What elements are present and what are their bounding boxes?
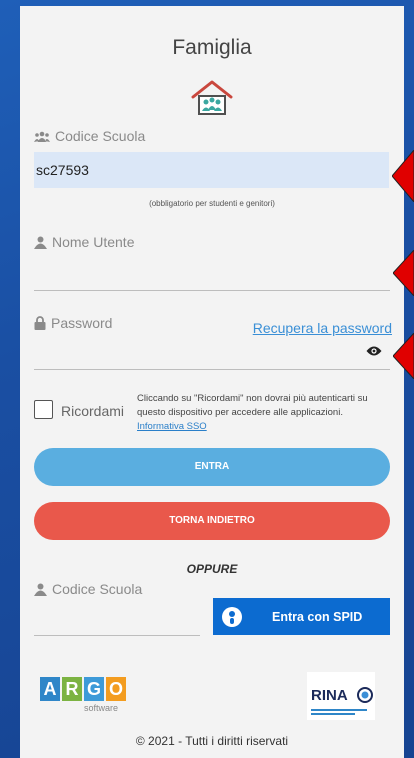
back-button[interactable]: TORNA INDIETRO [34,502,390,540]
red-arrow-pointer-icon [392,150,414,202]
remember-label: Ricordami [61,403,125,419]
spid-login-button[interactable]: Entra con SPID [213,598,390,635]
user-icon [34,236,47,249]
argo-letter-a: A [40,677,60,701]
login-card: Famiglia Codice Scuola (obbligatorio per… [20,6,404,758]
page-title: Famiglia [172,36,252,59]
argo-logo: A R G O [40,677,126,701]
spid-school-code-label: Codice Scuola [34,581,142,597]
spid-user-icon [222,606,242,627]
sso-info-link[interactable]: Informativa SSO [137,420,395,434]
red-arrow-pointer-icon [393,333,414,379]
show-password-eye-icon[interactable] [366,345,382,357]
username-label: Nome Utente [34,234,134,250]
school-code-label: Codice Scuola [34,128,145,144]
school-code-input[interactable] [34,152,389,188]
remember-checkbox[interactable] [34,400,53,419]
footer-copyright: © 2021 - Tutti i diritti riservati [135,734,289,748]
lock-icon [34,316,46,330]
argo-letter-o: O [106,677,126,701]
remember-note: Cliccando su "Ricordami" non dovrai più … [137,392,395,434]
remember-note-text: Cliccando su "Ricordami" non dovrai più … [137,393,368,418]
recover-password-link[interactable]: Recupera la password [253,320,392,336]
username-input[interactable] [34,256,390,291]
login-button[interactable]: ENTRA [34,448,390,486]
argo-letter-r: R [62,677,82,701]
rina-logo-text: RINA [311,687,348,704]
family-house-icon [191,80,233,115]
users-icon [34,131,50,142]
password-input[interactable] [34,336,390,370]
school-code-hint: (obbligatorio per studenti e genitori) [149,199,275,208]
rina-certification-logo: RINA [307,672,375,720]
argo-logo-subtitle: software [84,703,119,713]
or-separator: OPPURE [186,562,238,576]
argo-letter-g: G [84,677,104,701]
spid-button-label: Entra con SPID [272,609,363,624]
password-label: Password [34,315,112,331]
user-icon [34,583,47,596]
spid-school-code-input[interactable] [34,604,200,636]
red-arrow-pointer-icon [393,250,414,296]
